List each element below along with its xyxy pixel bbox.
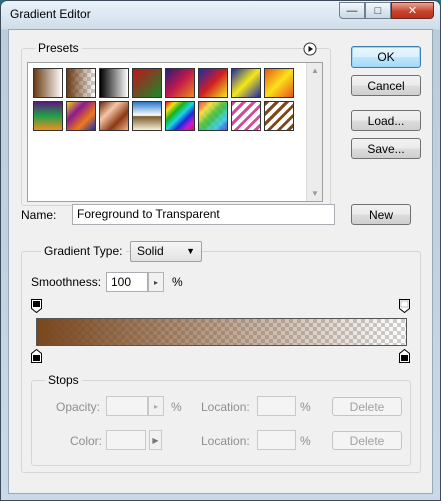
color-label: Color: <box>70 434 103 448</box>
gradient-type-value: Solid <box>137 244 164 258</box>
play-circle-icon[interactable] <box>303 42 317 56</box>
opacity-location-label: Location: <box>201 400 250 414</box>
opacity-input[interactable] <box>106 396 148 416</box>
opacity-unit: % <box>171 400 182 414</box>
gradient-preview-bar[interactable] <box>36 318 407 346</box>
preset-swatch-brown-stripes[interactable] <box>264 101 294 131</box>
presets-label: Presets <box>35 41 82 55</box>
window-title: Gradient Editor <box>10 7 91 21</box>
preset-swatch-blue-yellow-blue[interactable] <box>231 68 261 98</box>
preset-swatch-yellow-violet-orange-blue[interactable] <box>66 101 96 131</box>
minimize-button[interactable]: — <box>339 2 365 19</box>
opacity-dropdown-icon[interactable]: ▸ <box>148 396 164 416</box>
delete-opacity-stop-button[interactable]: Delete <box>332 397 402 416</box>
maximize-icon: □ <box>374 4 382 17</box>
preset-swatch-red-green[interactable] <box>132 68 162 98</box>
close-button[interactable]: ✕ <box>391 2 434 19</box>
dialog-body: Presets ▲ ▼ OK Cancel Load... Save... Na… <box>8 29 433 494</box>
maximize-button[interactable]: □ <box>365 2 391 19</box>
smoothness-input[interactable]: 100 <box>106 272 148 292</box>
scroll-down-icon[interactable]: ▼ <box>311 189 319 198</box>
gradient-type-select[interactable]: Solid ▼ <box>130 241 202 262</box>
minimize-icon: — <box>346 4 358 17</box>
color-stop-right-icon[interactable] <box>399 348 410 363</box>
gradient-type-label: Gradient Type: <box>41 244 126 258</box>
presets-scrollbar[interactable]: ▲ ▼ <box>306 63 322 201</box>
gradient-editor-window: Gradient Editor — □ ✕ Presets ▲ ▼ OK Can… <box>0 0 441 501</box>
delete-color-stop-button[interactable]: Delete <box>332 431 402 450</box>
presets-list[interactable]: ▲ ▼ <box>27 62 323 202</box>
smoothness-dropdown-icon[interactable]: ▸ <box>148 272 164 292</box>
cancel-button[interactable]: Cancel <box>351 75 421 96</box>
preset-swatch-blue-red-yellow[interactable] <box>198 68 228 98</box>
color-swatch[interactable] <box>106 430 146 450</box>
preset-swatch-orange-yellow-orange[interactable] <box>264 68 294 98</box>
preset-swatch-black-white[interactable] <box>99 68 129 98</box>
ok-button[interactable]: OK <box>351 46 421 68</box>
preset-swatch-foreground-to-background[interactable] <box>33 68 63 98</box>
preset-swatch-copper[interactable] <box>99 101 129 131</box>
close-icon: ✕ <box>407 5 418 17</box>
opacity-label: Opacity: <box>56 400 101 414</box>
preset-swatch-transparent-rainbow[interactable] <box>198 101 228 131</box>
name-label: Name: <box>21 208 57 222</box>
opacity-location-input[interactable] <box>257 396 296 416</box>
gradient-name-input[interactable]: Foreground to Transparent <box>72 204 335 225</box>
preset-swatch-violet-orange[interactable] <box>165 68 195 98</box>
preset-swatch-chrome[interactable] <box>132 101 162 131</box>
scroll-up-icon[interactable]: ▲ <box>311 66 319 75</box>
opacity-location-unit: % <box>300 400 311 414</box>
color-location-label: Location: <box>201 434 250 448</box>
color-arrow-icon[interactable]: ▶ <box>149 430 162 450</box>
save-button[interactable]: Save... <box>351 138 421 159</box>
new-button[interactable]: New <box>351 204 411 225</box>
stops-label: Stops <box>45 373 82 387</box>
opacity-stop-left-icon[interactable] <box>31 299 42 314</box>
stops-group <box>31 380 411 466</box>
preset-swatch-spectrum[interactable] <box>165 101 195 131</box>
load-button[interactable]: Load... <box>351 110 421 131</box>
title-bar[interactable]: Gradient Editor — □ ✕ <box>1 1 440 29</box>
smoothness-unit: % <box>172 275 183 289</box>
color-location-unit: % <box>300 434 311 448</box>
smoothness-label: Smoothness: <box>31 275 102 289</box>
preset-swatch-foreground-to-transparent[interactable] <box>66 68 96 98</box>
window-controls: — □ ✕ <box>339 2 434 19</box>
opacity-stop-right-icon[interactable] <box>399 299 410 314</box>
color-location-input[interactable] <box>257 430 296 450</box>
color-stop-left-icon[interactable] <box>31 348 42 363</box>
preset-swatch-transparent-stripes[interactable] <box>231 101 261 131</box>
preset-swatch-violet-green-orange[interactable] <box>33 101 63 131</box>
chevron-down-icon: ▼ <box>186 246 195 256</box>
